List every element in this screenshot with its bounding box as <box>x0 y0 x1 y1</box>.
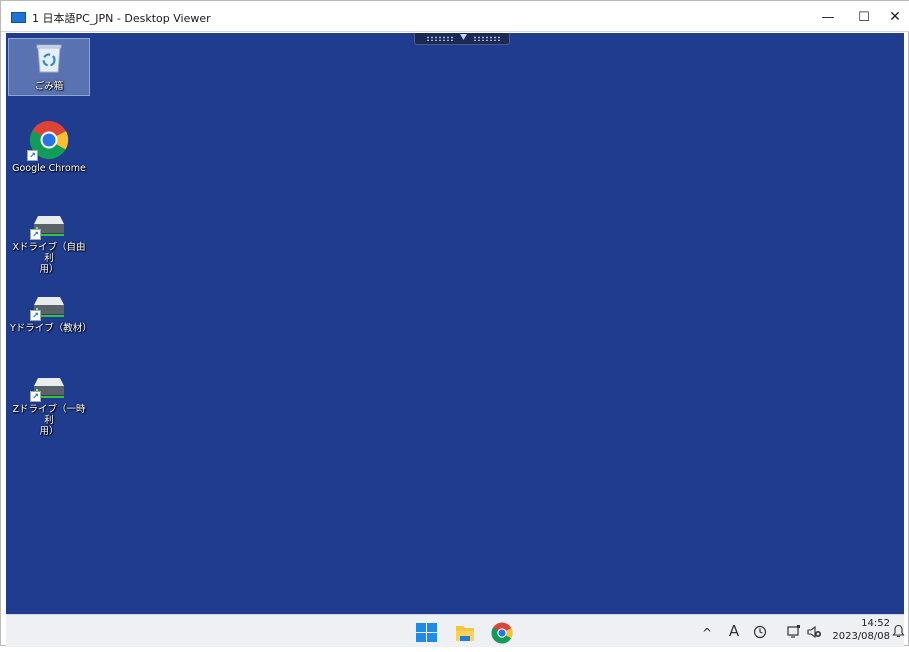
desktop-icon-y-drive[interactable]: ↗ Yドライブ（教材） <box>8 294 92 334</box>
windows-start-icon <box>416 623 426 632</box>
folder-icon <box>456 626 474 641</box>
ime-mode-indicator[interactable]: A <box>725 615 743 648</box>
desktop-icon-label: Zドライブ（一時利 <box>12 404 86 426</box>
close-button[interactable]: ✕ <box>877 1 909 32</box>
system-tray: ^ A 14:52 2023/08/08 <box>696 615 905 650</box>
connection-bar[interactable] <box>414 33 510 45</box>
show-hidden-icons-button[interactable]: ^ <box>699 617 715 650</box>
grip-dots-icon <box>473 36 501 41</box>
desktop-icon-label: ごみ箱 <box>34 81 64 92</box>
desktop-viewer-app-icon <box>11 12 26 23</box>
desktop-viewer-window: 1 日本語PC_JPN - Desktop Viewer — ☐ ✕ ごみ箱 ↗… <box>0 0 909 650</box>
desktop-icon-google-chrome[interactable]: ↗ Google Chrome <box>8 120 90 174</box>
network-icon[interactable] <box>784 615 804 648</box>
desktop-icon-z-drive[interactable]: ↗ Zドライブ（一時利 用） <box>8 375 90 437</box>
desktop-icon-label: 用） <box>39 426 59 437</box>
chrome-taskbar-button[interactable] <box>491 622 513 644</box>
shortcut-arrow-icon: ↗ <box>30 310 41 321</box>
desktop-icon-label: 用） <box>39 264 59 275</box>
start-button[interactable] <box>416 623 438 643</box>
chrome-icon <box>491 622 513 644</box>
taskbar: ^ A 14:52 2023/08/08 <box>6 614 905 650</box>
taskbar-clock-time[interactable]: 14:52 <box>824 618 890 630</box>
file-explorer-button[interactable] <box>454 623 476 643</box>
notification-icon[interactable] <box>891 615 905 648</box>
shortcut-arrow-icon: ↗ <box>30 391 41 402</box>
window-title: 1 日本語PC_JPN - Desktop Viewer <box>32 12 211 25</box>
desktop-icon-label: Xドライブ（自由利 <box>12 242 86 264</box>
volume-muted-icon[interactable] <box>804 615 824 648</box>
taskbar-clock-date[interactable]: 2023/08/08 <box>824 631 890 643</box>
clock-status-icon[interactable] <box>751 615 769 648</box>
recycle-bin-icon <box>36 44 62 73</box>
pin-arrow-icon[interactable] <box>459 33 468 46</box>
title-bar[interactable]: 1 日本語PC_JPN - Desktop Viewer — ☐ ✕ <box>1 1 909 32</box>
desktop-icon-recycle-bin[interactable]: ごみ箱 <box>8 38 90 96</box>
desktop-icon-label: Yドライブ（教材） <box>10 323 92 334</box>
shortcut-arrow-icon: ↗ <box>27 150 38 161</box>
desktop-icon-x-drive[interactable]: ↗ Xドライブ（自由利 用） <box>8 213 90 275</box>
desktop-icon-label: Google Chrome <box>12 163 86 174</box>
grip-dots-icon <box>426 36 454 41</box>
remote-desktop[interactable]: ごみ箱 ↗ Google Chrome ↗ Xドライブ（自由利 用） ↗ Yドラ… <box>6 33 904 614</box>
minimize-button[interactable]: — <box>810 1 846 32</box>
shortcut-arrow-icon: ↗ <box>30 229 41 240</box>
